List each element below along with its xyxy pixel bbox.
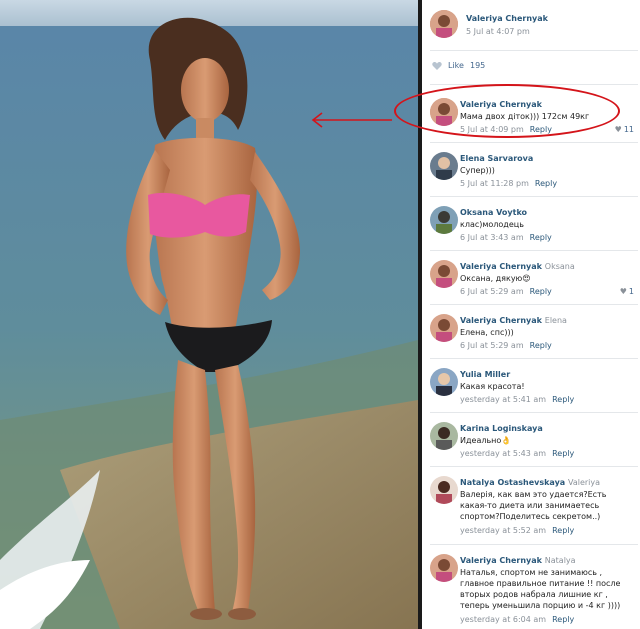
reply-link[interactable]: Reply <box>552 615 574 624</box>
author-avatar[interactable] <box>430 10 458 38</box>
comment-item: Valeriya Chernyak Oksana Оксана, дякую😍 … <box>422 260 640 300</box>
comment-time: 6 Jul at 3:43 am Reply <box>460 233 552 242</box>
heart-icon: ♥ <box>614 125 622 134</box>
comment-text: Супер))) <box>460 166 495 175</box>
reply-link[interactable]: Reply <box>552 449 574 458</box>
comment-author[interactable]: Natalya Ostashevskaya Valeriya <box>460 478 600 487</box>
comment-text-line: главное правильное питание !! после <box>460 579 621 588</box>
reply-link[interactable]: Reply <box>535 179 557 188</box>
comment-time: yesterday at 6:04 am Reply <box>460 615 574 624</box>
reply-to-name[interactable]: Valeriya <box>568 478 600 487</box>
comment-like[interactable]: ♥ 1 <box>620 287 634 296</box>
separator <box>430 196 638 197</box>
comment-text-line: какая-то диета или занимаетесь <box>460 501 600 510</box>
comment-date[interactable]: 5 Jul at 11:28 pm <box>460 179 529 188</box>
comment-item: Oksana Voytko клас)молодець 6 Jul at 3:4… <box>422 206 640 246</box>
reply-to-name[interactable]: Elena <box>545 316 567 325</box>
comment-text-line: спортом?Поделитесь секретом..) <box>460 512 601 521</box>
comment-date[interactable]: yesterday at 6:04 am <box>460 615 546 624</box>
commenter-avatar[interactable] <box>430 314 458 342</box>
highlight-arrow-icon <box>311 112 392 128</box>
comment-text: Какая красота! <box>460 382 525 391</box>
comment-text-line: Валерія, как вам это удается?Есть <box>460 490 607 499</box>
comment-text: Оксана, дякую😍 <box>460 274 531 283</box>
comment-item: Karina Loginskaya Идеально👌 yesterday at… <box>422 422 640 462</box>
photo-illustration <box>0 0 418 629</box>
comment-time: yesterday at 5:52 am Reply <box>460 526 574 535</box>
beach-photo[interactable] <box>0 0 418 629</box>
comment-author[interactable]: Valeriya Chernyak Natalya <box>460 556 576 565</box>
comment-date[interactable]: yesterday at 5:41 am <box>460 395 546 404</box>
reply-link[interactable]: Reply <box>552 395 574 404</box>
commenter-avatar[interactable] <box>430 206 458 234</box>
comment-like-count: 1 <box>628 287 634 296</box>
comment-item: Natalya Ostashevskaya Valeriya Валерія, … <box>422 476 640 542</box>
comment-text: Идеально👌 <box>460 436 512 445</box>
comment-author-name[interactable]: Valeriya Chernyak <box>460 262 542 271</box>
comment-author[interactable]: Valeriya Chernyak Elena <box>460 316 567 325</box>
commenter-avatar[interactable] <box>430 554 458 582</box>
post-author-name[interactable]: Valeriya Chernyak <box>466 14 548 23</box>
comment-item: Valeriya Chernyak Natalya Наталья, спорт… <box>422 554 640 629</box>
separator <box>430 544 638 545</box>
comment-time: 6 Jul at 5:29 am Reply <box>460 341 552 350</box>
separator <box>430 466 638 467</box>
comment-text-line: теперь уменьшила порцию и -4 кг )))) <box>460 601 621 610</box>
comment-date[interactable]: yesterday at 5:52 am <box>460 526 546 535</box>
comment-time: 5 Jul at 11:28 pm Reply <box>460 179 557 188</box>
post-date[interactable]: 5 Jul at 4:07 pm <box>466 27 530 36</box>
comment-item: Yulia Miller Какая красота! yesterday at… <box>422 368 640 408</box>
comment-author[interactable]: Yulia Miller <box>460 370 510 379</box>
comment-author[interactable]: Valeriya Chernyak Oksana <box>460 262 575 271</box>
post-header: Valeriya Chernyak 5 Jul at 4:07 pm <box>430 10 640 44</box>
reply-link[interactable]: Reply <box>530 341 552 350</box>
heart-icon <box>432 62 442 70</box>
comment-text: клас)молодець <box>460 220 524 229</box>
comment-author[interactable]: Elena Sarvarova <box>460 154 533 163</box>
comment-date[interactable]: 6 Jul at 5:29 am <box>460 341 524 350</box>
comment-like-count: 11 <box>623 125 634 134</box>
comment-author[interactable]: Karina Loginskaya <box>460 424 543 433</box>
comment-item: Elena Sarvarova Супер))) 5 Jul at 11:28 … <box>422 152 640 192</box>
separator <box>430 142 638 143</box>
separator <box>430 412 638 413</box>
reply-to-name[interactable]: Natalya <box>545 556 576 565</box>
comment-like[interactable]: ♥ 11 <box>615 125 634 134</box>
commenter-avatar[interactable] <box>430 260 458 288</box>
comment-time: 6 Jul at 5:29 am Reply <box>460 287 552 296</box>
comment-author-name[interactable]: Valeriya Chernyak <box>460 556 542 565</box>
comment-text-line: вторых родов набрала лишние кг , <box>460 590 608 599</box>
comment-text-line: Наталья, спортом не занимаюсь , <box>460 568 603 577</box>
comment-time: yesterday at 5:43 am Reply <box>460 449 574 458</box>
separator <box>430 304 638 305</box>
comment-date[interactable]: yesterday at 5:43 am <box>460 449 546 458</box>
highlight-oval <box>394 84 620 138</box>
like-label: Like <box>448 61 464 70</box>
heart-icon: ♥ <box>619 287 627 296</box>
comment-author[interactable]: Oksana Voytko <box>460 208 527 217</box>
comment-text: Елена, спс))) <box>460 328 514 337</box>
reply-link[interactable]: Reply <box>530 233 552 242</box>
like-button[interactable]: Like 195 <box>432 60 502 72</box>
comment-date[interactable]: 6 Jul at 3:43 am <box>460 233 524 242</box>
comment-author-name[interactable]: Valeriya Chernyak <box>460 316 542 325</box>
comment-author-name[interactable]: Natalya Ostashevskaya <box>460 478 565 487</box>
comment-item: Valeriya Chernyak Elena Елена, спс))) 6 … <box>422 314 640 354</box>
commenter-avatar[interactable] <box>430 476 458 504</box>
comment-date[interactable]: 6 Jul at 5:29 am <box>460 287 524 296</box>
commenter-avatar[interactable] <box>430 152 458 180</box>
commenter-avatar[interactable] <box>430 368 458 396</box>
separator <box>430 250 638 251</box>
reply-link[interactable]: Reply <box>552 526 574 535</box>
reply-link[interactable]: Reply <box>530 287 552 296</box>
separator <box>430 50 638 51</box>
comment-time: yesterday at 5:41 am Reply <box>460 395 574 404</box>
reply-to-name[interactable]: Oksana <box>545 262 575 271</box>
commenter-avatar[interactable] <box>430 422 458 450</box>
like-count: 195 <box>470 61 486 70</box>
separator <box>430 358 638 359</box>
